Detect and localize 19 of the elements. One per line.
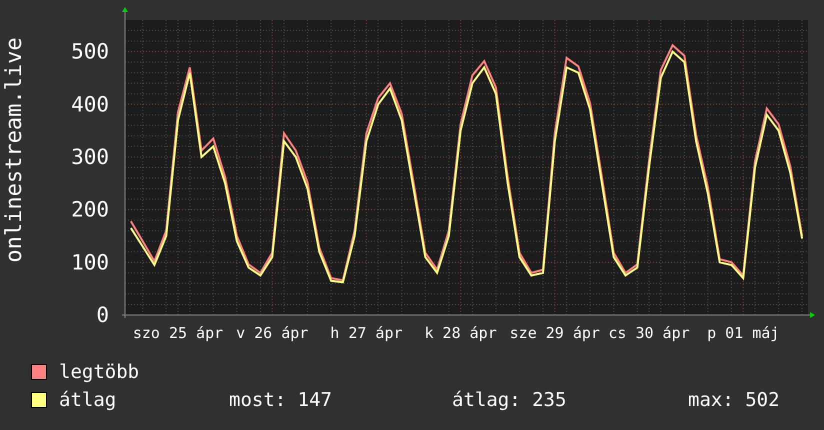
y-axis-title: onlinestream.live: [2, 37, 27, 263]
x-tick-label: p 01 máj: [707, 324, 780, 342]
x-tick-label: szo 25 ápr: [132, 324, 224, 342]
x-tick-label: h 27 ápr: [330, 324, 403, 342]
y-tick-label: 100: [71, 250, 109, 274]
x-tick-label: sze 29 ápr: [510, 324, 600, 342]
legend-label: átlag: [59, 389, 118, 411]
y-tick-label: 500: [71, 40, 109, 64]
x-tick-label: v 26 ápr: [236, 324, 308, 342]
y-tick-label: 300: [71, 144, 109, 169]
y-tick-label: 400: [71, 92, 109, 116]
legend-label: legtöbb: [59, 361, 140, 383]
y-tick-label: 0: [96, 303, 109, 327]
x-tick-label: cs 30 ápr: [608, 324, 690, 342]
legend-stat: most: 147: [229, 389, 333, 411]
legend-stat: max: 502: [688, 389, 780, 411]
x-tick-label: k 28 ápr: [424, 324, 497, 342]
y-tick-label: 200: [71, 198, 109, 222]
legend-stat: átlag: 235: [452, 389, 568, 411]
